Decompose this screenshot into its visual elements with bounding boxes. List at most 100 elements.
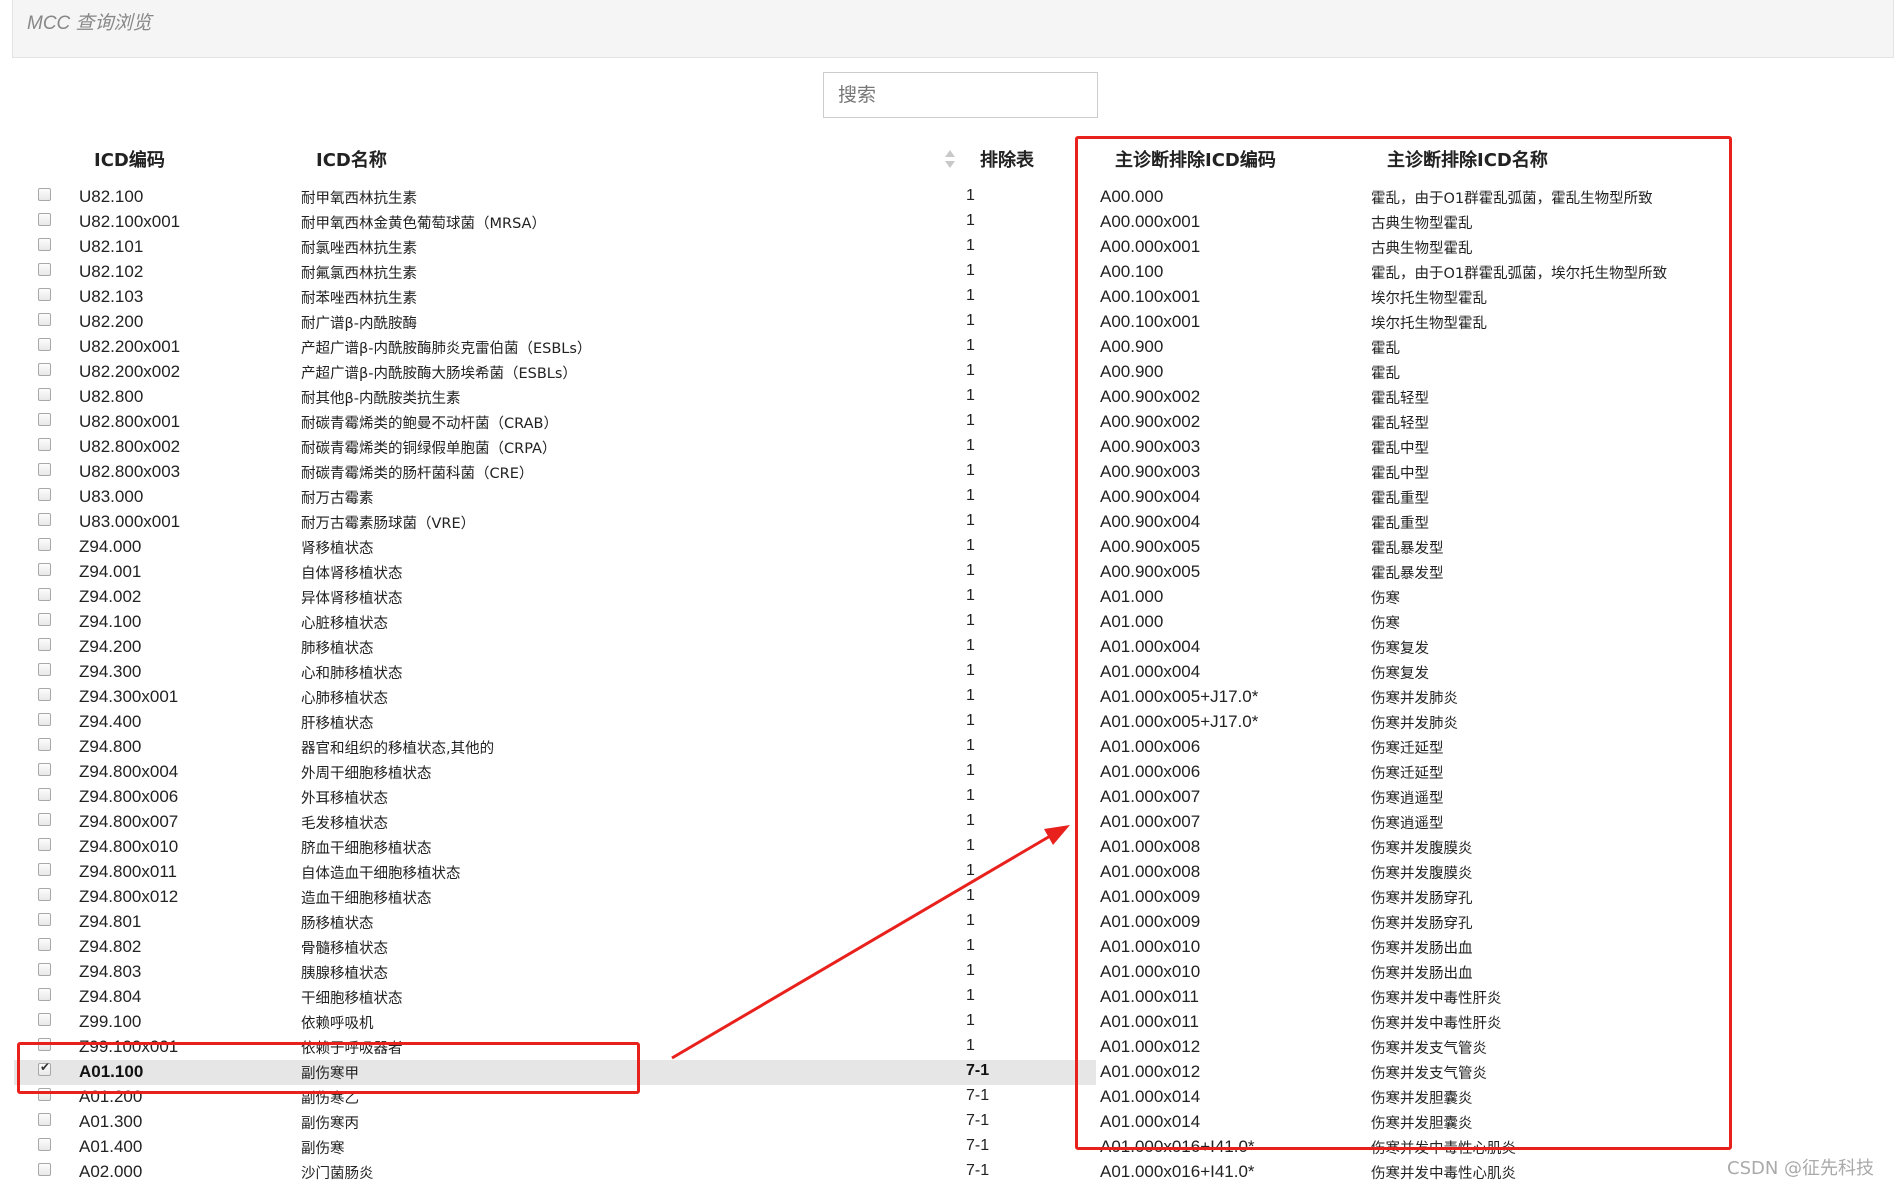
icd-name-cell: 耐苯唑西林抗生素 [301,291,417,307]
icd-name-cell: 自体肾移植状态 [301,566,403,582]
row-checkbox[interactable] [38,1138,51,1151]
row-checkbox[interactable] [38,263,51,276]
icd-code-cell: Z94.802 [79,937,142,956]
row-checkbox[interactable] [38,888,51,901]
exclusion-table-cell: 1 [966,912,975,929]
icd-name-cell: 外耳移植状态 [301,791,388,807]
exclusion-table-cell: 1 [966,662,975,679]
row-checkbox[interactable] [38,1113,51,1126]
row-checkbox[interactable] [38,238,51,251]
exclusion-table-cell: 1 [966,187,975,204]
row-checkbox[interactable] [38,663,51,676]
icd-name-cell: 产超广谱β-内酰胺酶大肠埃希菌（ESBLs） [301,366,577,382]
row-checkbox[interactable] [38,913,51,926]
row-checkbox[interactable] [38,788,51,801]
icd-name-cell: 异体肾移植状态 [301,591,403,607]
page-header: MCC 查询浏览 [12,0,1894,58]
icd-code-cell: Z94.000 [79,537,142,556]
exclusion-table-cell: 7-1 [966,1162,990,1179]
exclusion-table-cell: 1 [966,562,975,579]
icd-name-cell: 肾移植状态 [301,541,374,557]
icd-name-cell: 耐其他β-内酰胺类抗生素 [301,391,461,407]
icd-code-cell: Z94.200 [79,637,142,656]
sort-down-icon [945,161,955,168]
icd-name-cell: 骨髓移植状态 [301,941,388,957]
icd-name-cell: 耐氯唑西林抗生素 [301,241,417,257]
row-checkbox[interactable] [38,688,51,701]
row-checkbox[interactable] [38,613,51,626]
row-checkbox[interactable] [38,588,51,601]
row-checkbox[interactable] [38,363,51,376]
column-header-icd-name[interactable]: ICD名称 [316,146,387,172]
icd-code-cell: Z94.300 [79,662,142,681]
column-header-icd-code[interactable]: ICD编码 [94,146,165,172]
row-checkbox[interactable] [38,338,51,351]
exclusion-table-cell: 7-1 [966,1087,990,1104]
icd-code-cell: Z94.002 [79,587,142,606]
icd-code-cell: A01.300 [79,1112,143,1131]
row-checkbox[interactable] [38,738,51,751]
row-checkbox[interactable] [38,863,51,876]
exclusion-table-cell: 1 [966,287,975,304]
icd-code-cell: U82.102 [79,262,144,281]
icd-code-cell: U82.200x001 [79,337,181,356]
row-checkbox[interactable] [38,563,51,576]
row-checkbox[interactable] [38,388,51,401]
exclusion-table-cell: 1 [966,212,975,229]
row-checkbox[interactable] [38,213,51,226]
row-checkbox[interactable] [38,288,51,301]
table-row[interactable]: A02.000 沙门菌肠炎 7-1 A01.000x016+I41.0* 伤寒并发中毒性… [0,1160,1894,1185]
exclusion-table-cell: 1 [966,587,975,604]
icd-name-cell: 胰腺移植状态 [301,966,388,982]
search-input[interactable] [823,72,1098,118]
row-checkbox[interactable] [38,963,51,976]
row-checkbox[interactable] [38,413,51,426]
excluded-name-cell: 伤寒并发中毒性心肌炎 [1371,1166,1516,1182]
row-checkbox[interactable] [38,438,51,451]
row-checkbox[interactable] [38,638,51,651]
row-checkbox[interactable] [38,513,51,526]
icd-name-cell: 耐万古霉素肠球菌（VRE） [301,516,476,532]
icd-name-cell: 耐甲氧西林抗生素 [301,191,417,207]
row-checkbox[interactable] [38,488,51,501]
watermark: CSDN @征先科技 [1727,1158,1875,1179]
column-header-exclusion-table[interactable]: 排除表 [980,146,1034,172]
row-checkbox[interactable] [38,463,51,476]
icd-code-cell: U82.800x002 [79,437,181,456]
exclusion-table-cell: 1 [966,962,975,979]
icd-code-cell: Z94.800x007 [79,812,179,831]
icd-name-cell: 产超广谱β-内酰胺酶肺炎克雷伯菌（ESBLs） [301,341,592,357]
row-checkbox[interactable] [38,813,51,826]
icd-code-cell: Z94.800x011 [79,862,177,881]
row-checkbox[interactable] [38,838,51,851]
exclusion-table-cell: 1 [966,812,975,829]
icd-name-cell: 耐万古霉素 [301,491,374,507]
row-checkbox[interactable] [38,1013,51,1026]
icd-code-cell: U82.103 [79,287,144,306]
icd-name-cell: 肠移植状态 [301,916,374,932]
icd-code-cell: U82.800x003 [79,462,181,481]
icd-code-cell: U82.100x001 [79,212,181,231]
exclusion-table-cell: 7-1 [966,1137,990,1154]
icd-name-cell: 耐碳青霉烯类的铜绿假单胞菌（CRPA） [301,441,557,457]
row-checkbox[interactable] [38,538,51,551]
exclusion-table-cell: 1 [966,512,975,529]
icd-name-cell: 毛发移植状态 [301,816,388,832]
row-checkbox[interactable] [38,1163,51,1176]
sort-up-icon [945,150,955,157]
icd-code-cell: A01.400 [79,1137,143,1156]
row-checkbox[interactable] [38,188,51,201]
exclusion-table-cell: 1 [966,237,975,254]
row-checkbox[interactable] [38,763,51,776]
exclusion-table-cell: 1 [966,837,975,854]
row-checkbox[interactable] [38,713,51,726]
sort-icon[interactable] [944,149,956,171]
row-checkbox[interactable] [38,313,51,326]
icd-code-cell: Z94.400 [79,712,142,731]
row-checkbox[interactable] [38,938,51,951]
row-checkbox[interactable] [38,988,51,1001]
icd-code-cell: U82.200 [79,312,144,331]
icd-code-cell: Z99.100 [79,1012,142,1031]
exclusion-table-cell: 1 [966,712,975,729]
icd-name-cell: 副伤寒丙 [301,1116,359,1132]
